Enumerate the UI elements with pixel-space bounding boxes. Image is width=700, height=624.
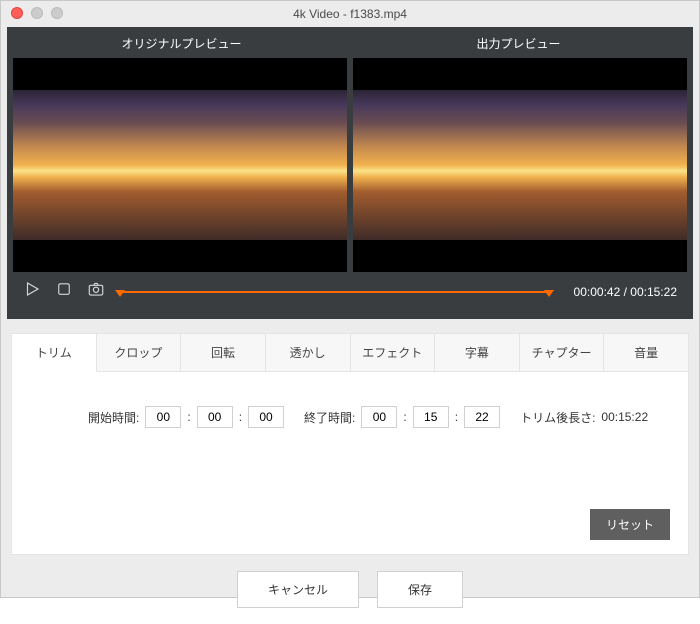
titlebar: 4k Video - f1383.mp4 (1, 1, 699, 27)
window-controls (11, 7, 63, 19)
tab-effect[interactable]: エフェクト (351, 334, 436, 372)
end-ss-input[interactable] (464, 406, 500, 428)
total-time: 00:15:22 (630, 285, 677, 299)
tab-trim[interactable]: トリム (12, 334, 97, 372)
preview-image (13, 90, 347, 240)
footer: キャンセル 保存 (1, 555, 699, 624)
maximize-icon[interactable] (51, 7, 63, 19)
trim-timeline[interactable] (119, 285, 550, 299)
trim-length-label: トリム後長さ: (520, 409, 595, 426)
trim-handle-start[interactable] (115, 290, 125, 297)
player-controls: 00:00:42 / 00:15:22 (13, 272, 687, 313)
end-mm-input[interactable] (413, 406, 449, 428)
save-button[interactable]: 保存 (377, 571, 463, 608)
start-time-label: 開始時間: (88, 409, 139, 426)
play-icon[interactable] (23, 280, 41, 303)
minimize-icon[interactable] (31, 7, 43, 19)
tab-watermark[interactable]: 透かし (266, 334, 351, 372)
output-preview-pane (353, 58, 687, 272)
tab-bar: トリム クロップ 回転 透かし エフェクト 字幕 チャプター 音量 (12, 334, 688, 372)
output-preview-label: 出力プレビュー (350, 33, 687, 58)
playback-time: 00:00:42 / 00:15:22 (574, 285, 677, 299)
close-icon[interactable] (11, 7, 23, 19)
end-time-label: 終了時間: (304, 409, 355, 426)
reset-button[interactable]: リセット (590, 509, 670, 540)
preview-image (353, 90, 687, 240)
current-time: 00:00:42 (574, 285, 621, 299)
edit-panel: トリム クロップ 回転 透かし エフェクト 字幕 チャプター 音量 開始時間: … (11, 333, 689, 555)
window-title: 4k Video - f1383.mp4 (293, 7, 407, 21)
cancel-button[interactable]: キャンセル (237, 571, 359, 608)
end-hh-input[interactable] (361, 406, 397, 428)
tab-chapter[interactable]: チャプター (520, 334, 605, 372)
trim-handle-end[interactable] (544, 290, 554, 297)
stop-icon[interactable] (55, 280, 73, 303)
tab-subtitle[interactable]: 字幕 (435, 334, 520, 372)
original-preview-pane (13, 58, 347, 272)
tab-volume[interactable]: 音量 (604, 334, 688, 372)
tab-rotate[interactable]: 回転 (181, 334, 266, 372)
tab-body-trim: 開始時間: : : 終了時間: : : トリム後長さ: 00:15:22 リセッ… (12, 372, 688, 554)
tab-crop[interactable]: クロップ (97, 334, 182, 372)
app-window: 4k Video - f1383.mp4 オリジナルプレビュー 出力プレビュー (0, 0, 700, 598)
snapshot-icon[interactable] (87, 280, 105, 303)
start-ss-input[interactable] (248, 406, 284, 428)
start-mm-input[interactable] (197, 406, 233, 428)
start-hh-input[interactable] (145, 406, 181, 428)
original-preview-label: オリジナルプレビュー (13, 33, 350, 58)
preview-area: オリジナルプレビュー 出力プレビュー 00:00:42 / 00:15:22 (7, 27, 693, 319)
trim-length-value: 00:15:22 (601, 410, 648, 424)
